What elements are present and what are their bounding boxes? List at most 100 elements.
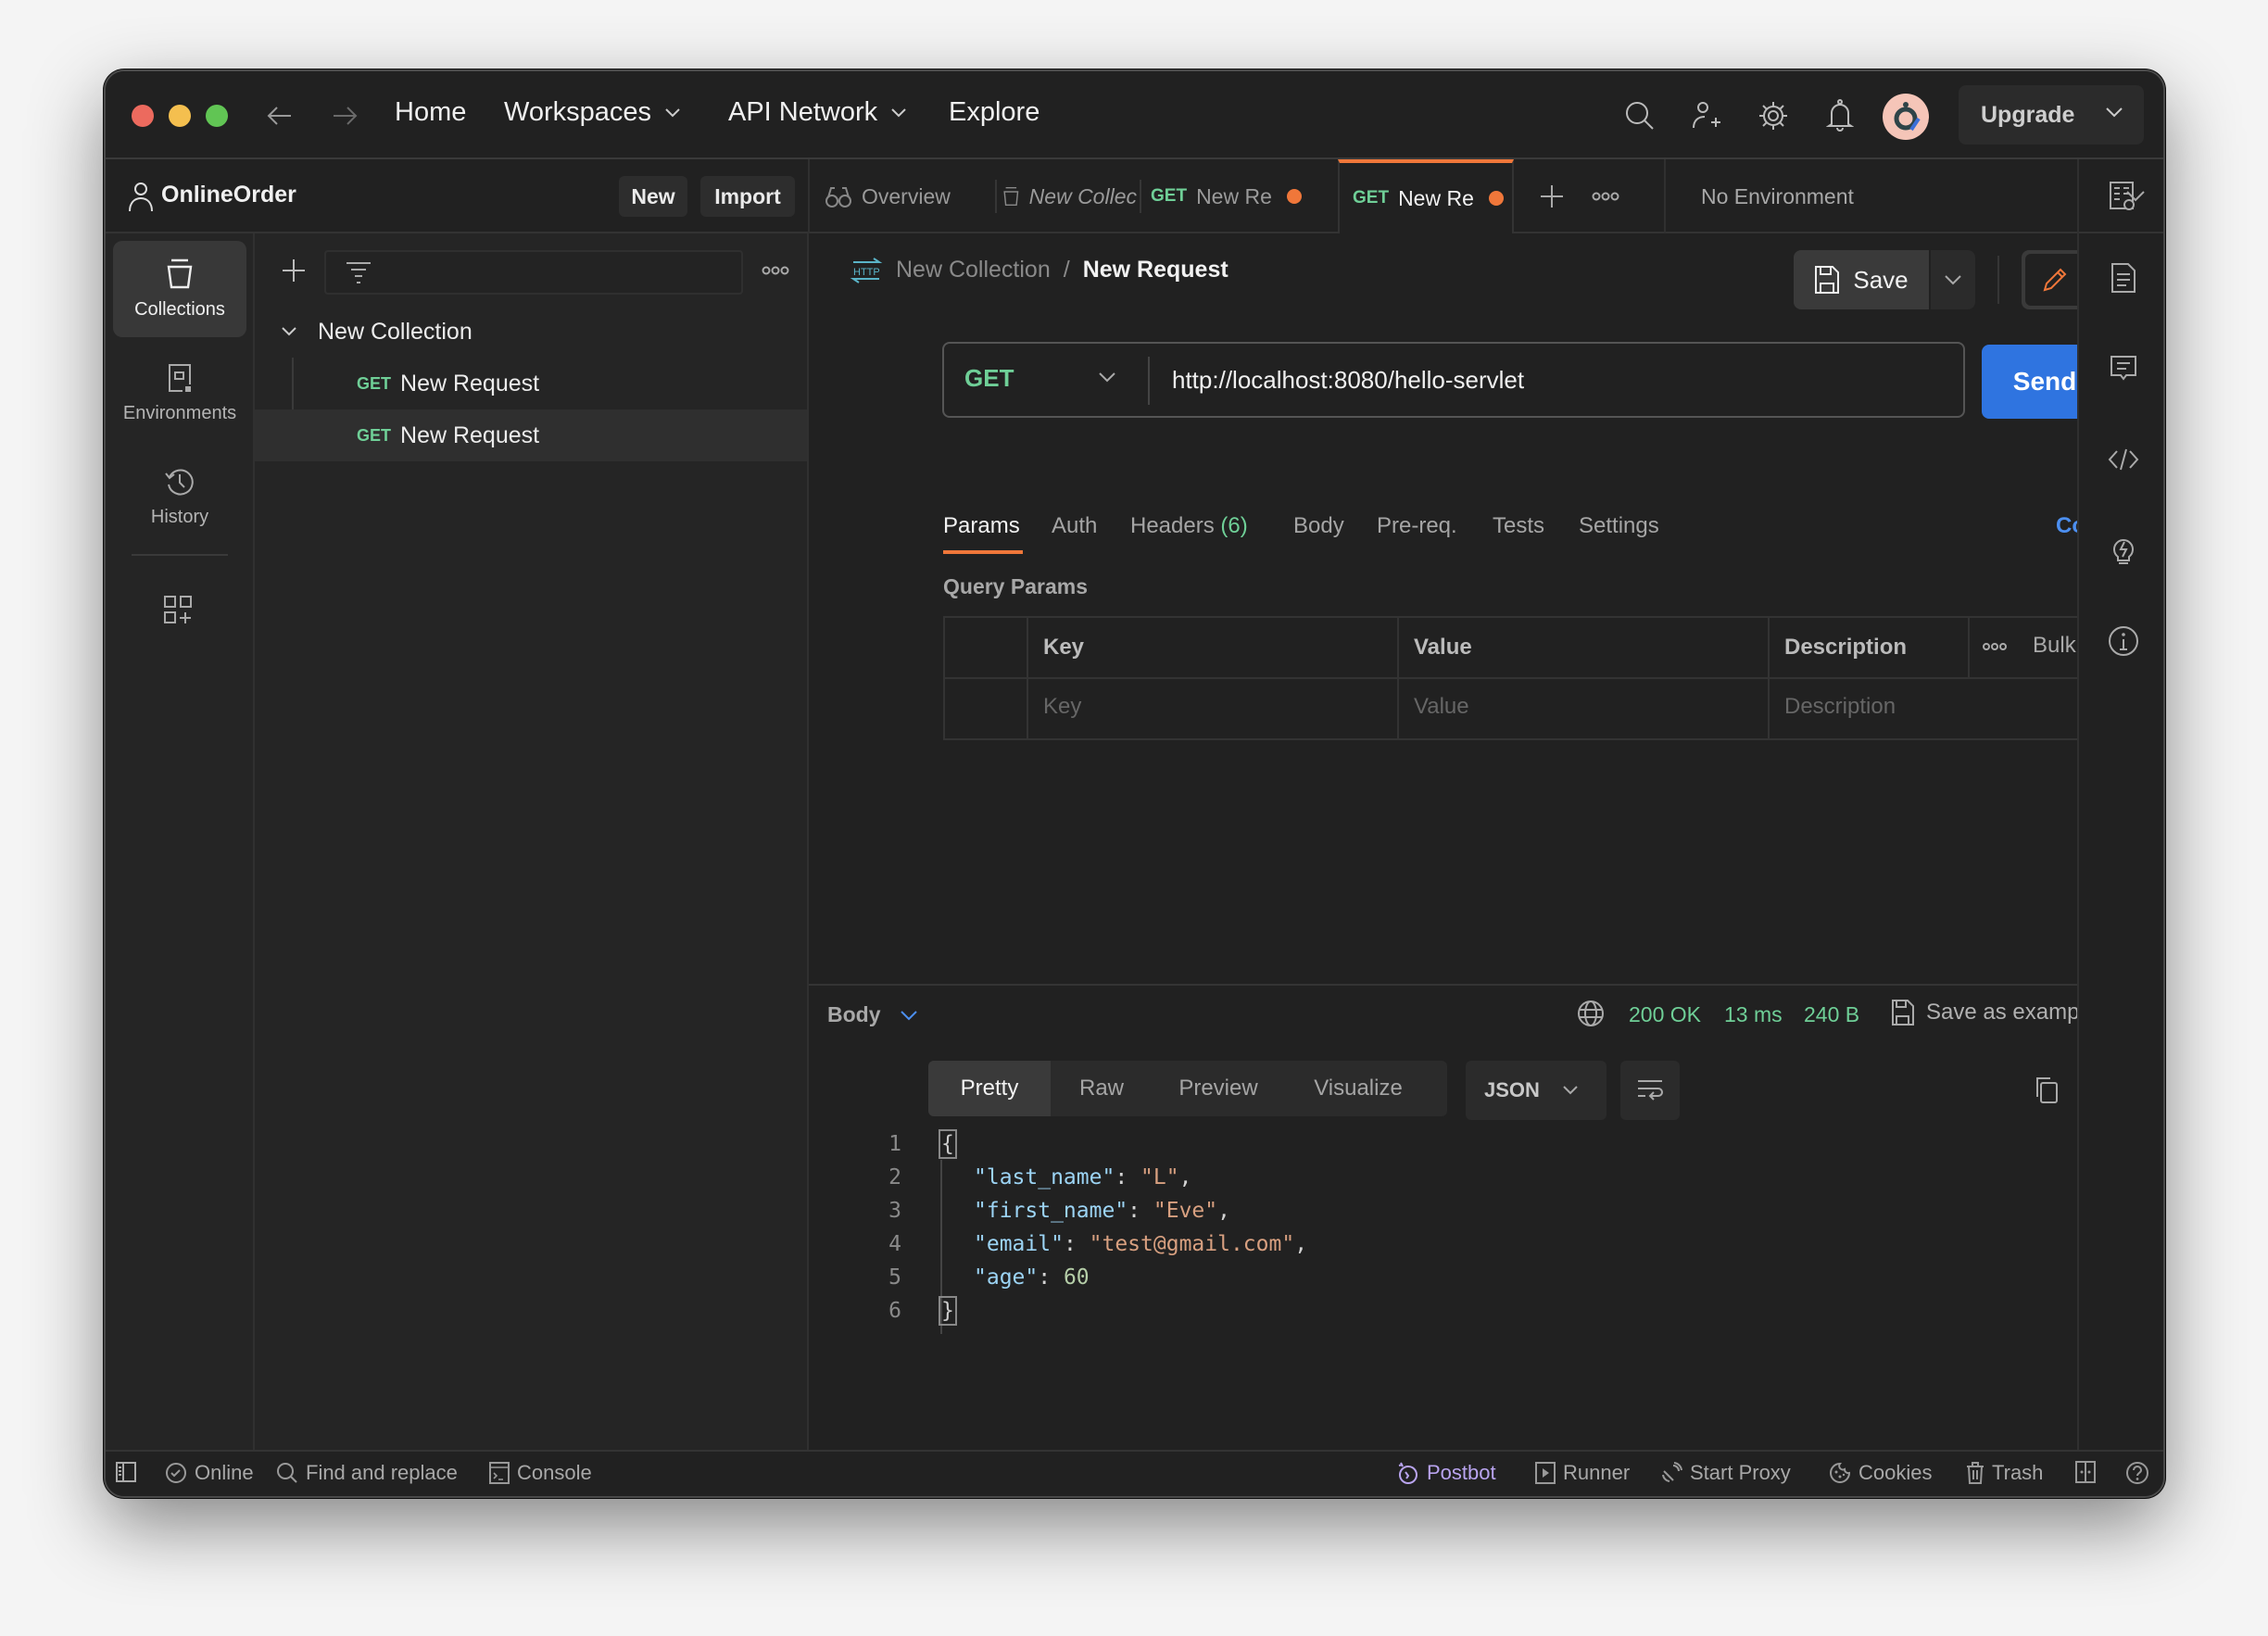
leftnav-environments[interactable]: Environments: [113, 345, 246, 441]
forward-arrow-icon[interactable]: [330, 101, 359, 131]
chevron-down-icon: [900, 1010, 917, 1020]
response-status[interactable]: 200 OK: [1629, 1002, 1701, 1027]
nav-workspaces[interactable]: Workspaces: [504, 97, 681, 128]
response-size[interactable]: 240 B: [1804, 1002, 1859, 1027]
view-visualize[interactable]: Visualize: [1284, 1061, 1432, 1116]
import-button[interactable]: Import: [700, 176, 795, 217]
online-status[interactable]: Online: [165, 1461, 254, 1485]
avatar[interactable]: [1883, 94, 1929, 140]
environment-quick-look-icon[interactable]: [2107, 180, 2138, 213]
description-input[interactable]: Description: [1784, 694, 1896, 720]
related-lightbulb-icon[interactable]: [2107, 534, 2140, 567]
back-arrow-icon[interactable]: [265, 101, 295, 131]
tab-overview[interactable]: Overview: [825, 159, 987, 233]
save-as-example-button[interactable]: Save as example: [1891, 999, 2097, 1026]
response-view-mode: Pretty Raw Preview Visualize: [928, 1061, 1447, 1116]
nav-home[interactable]: Home: [395, 97, 466, 128]
request-row[interactable]: GET New Request: [255, 358, 807, 409]
tab-params[interactable]: Params: [943, 513, 1020, 539]
trash-button[interactable]: Trash: [1966, 1461, 2043, 1485]
toggle-sidebar-button[interactable]: [115, 1461, 137, 1483]
console-button[interactable]: Console: [489, 1461, 592, 1485]
runner-button[interactable]: Runner: [1535, 1461, 1630, 1485]
tab-pre-request[interactable]: Pre-req.: [1377, 513, 1457, 539]
tab-request-1[interactable]: GET New Re: [1151, 159, 1308, 233]
start-proxy-button[interactable]: Start Proxy: [1660, 1461, 1791, 1485]
console-icon: [489, 1462, 510, 1484]
save-button[interactable]: Save: [1794, 250, 1929, 309]
response-format-select[interactable]: JSON: [1466, 1061, 1606, 1120]
tab-headers[interactable]: Headers (6): [1130, 513, 1248, 539]
tab-request-2-active[interactable]: GET New Re: [1338, 159, 1514, 233]
leftnav-history[interactable]: History: [113, 448, 246, 545]
view-preview[interactable]: Preview: [1153, 1061, 1284, 1116]
url-input[interactable]: [1172, 344, 1950, 416]
wrap-lines-button[interactable]: [1620, 1061, 1680, 1120]
info-icon[interactable]: [2107, 624, 2140, 658]
column-options-more-icon[interactable]: [1983, 642, 2007, 651]
add-collection-plus-icon[interactable]: [279, 256, 309, 285]
workspace-tab-bar: OnlineOrder New Import Overview New Coll…: [106, 159, 2163, 233]
filter-search-input[interactable]: [324, 250, 743, 295]
response-section-selector[interactable]: Body: [827, 1002, 918, 1027]
tab-settings[interactable]: Settings: [1579, 513, 1659, 539]
settings-icon[interactable]: [1755, 97, 1792, 134]
invite-user-icon[interactable]: [1688, 97, 1725, 134]
sidebar-more-icon[interactable]: [761, 261, 790, 280]
close-window-button[interactable]: [132, 105, 154, 127]
breadcrumb-current[interactable]: New Request: [1083, 257, 1228, 284]
key-input[interactable]: Key: [1043, 694, 1081, 720]
response-divider[interactable]: [809, 984, 2077, 986]
new-button[interactable]: New: [619, 176, 687, 217]
collection-row-new-collection[interactable]: New Collection: [255, 306, 807, 358]
save-options-dropdown[interactable]: [1931, 250, 1975, 309]
view-raw[interactable]: Raw: [1051, 1061, 1153, 1116]
view-pretty[interactable]: Pretty: [928, 1061, 1051, 1116]
upgrade-button[interactable]: Upgrade: [1959, 85, 2144, 145]
more-tabs-icon[interactable]: [1591, 185, 1620, 208]
new-tab-plus-icon[interactable]: [1537, 182, 1567, 211]
value-input[interactable]: Value: [1414, 694, 1469, 720]
chevron-down-icon: [1945, 275, 1961, 285]
globe-icon[interactable]: [1576, 999, 1606, 1028]
pencil-icon: [2043, 268, 2067, 292]
postbot-button[interactable]: Postbot: [1397, 1461, 1496, 1485]
chevron-down-icon: [2106, 107, 2123, 118]
tab-body[interactable]: Body: [1293, 513, 1344, 539]
method-select[interactable]: GET: [964, 364, 1014, 393]
nav-explore[interactable]: Explore: [949, 97, 1040, 128]
response-time[interactable]: 13 ms: [1724, 1002, 1783, 1027]
comments-icon[interactable]: [2107, 352, 2140, 385]
tab-tests[interactable]: Tests: [1493, 513, 1544, 539]
cookies-button[interactable]: Cookies: [1829, 1461, 1932, 1485]
configure-workbench-icon[interactable]: [159, 591, 196, 628]
documentation-icon[interactable]: [2107, 261, 2140, 295]
code-icon[interactable]: [2107, 443, 2140, 476]
request-editor: HTTP New Collection / New Request Save G…: [809, 233, 2163, 1496]
minimize-window-button[interactable]: [169, 105, 191, 127]
help-icon: [2126, 1462, 2148, 1484]
leftnav-collections[interactable]: Collections: [113, 241, 246, 337]
search-icon[interactable]: [1621, 97, 1658, 134]
request-url-bar: GET: [942, 342, 1965, 418]
search-icon: [277, 1463, 297, 1483]
help-button[interactable]: [2125, 1461, 2149, 1485]
breadcrumb-parent[interactable]: New Collection: [896, 257, 1051, 284]
column-header-description: Description: [1784, 635, 1908, 660]
copy-icon[interactable]: [2030, 1073, 2063, 1106]
tab-auth[interactable]: Auth: [1052, 513, 1097, 539]
workspace-user-icon: [126, 180, 156, 213]
overview-icon: [825, 187, 851, 208]
environment-selector[interactable]: No Environment: [1701, 159, 2146, 233]
notifications-icon[interactable]: [1821, 97, 1858, 134]
find-and-replace-button[interactable]: Find and replace: [276, 1461, 458, 1485]
edit-mode-button[interactable]: [2025, 254, 2085, 306]
workspace-name: OnlineOrder: [161, 182, 296, 208]
chevron-down-icon[interactable]: [1098, 371, 1116, 383]
two-pane-view-button[interactable]: [2075, 1461, 2096, 1483]
tab-new-collection[interactable]: New Collec: [1002, 159, 1137, 233]
maximize-window-button[interactable]: [206, 105, 228, 127]
nav-api-network[interactable]: API Network: [728, 97, 907, 128]
unsaved-dot: [1488, 191, 1504, 206]
request-row-selected[interactable]: GET New Request: [255, 409, 807, 461]
